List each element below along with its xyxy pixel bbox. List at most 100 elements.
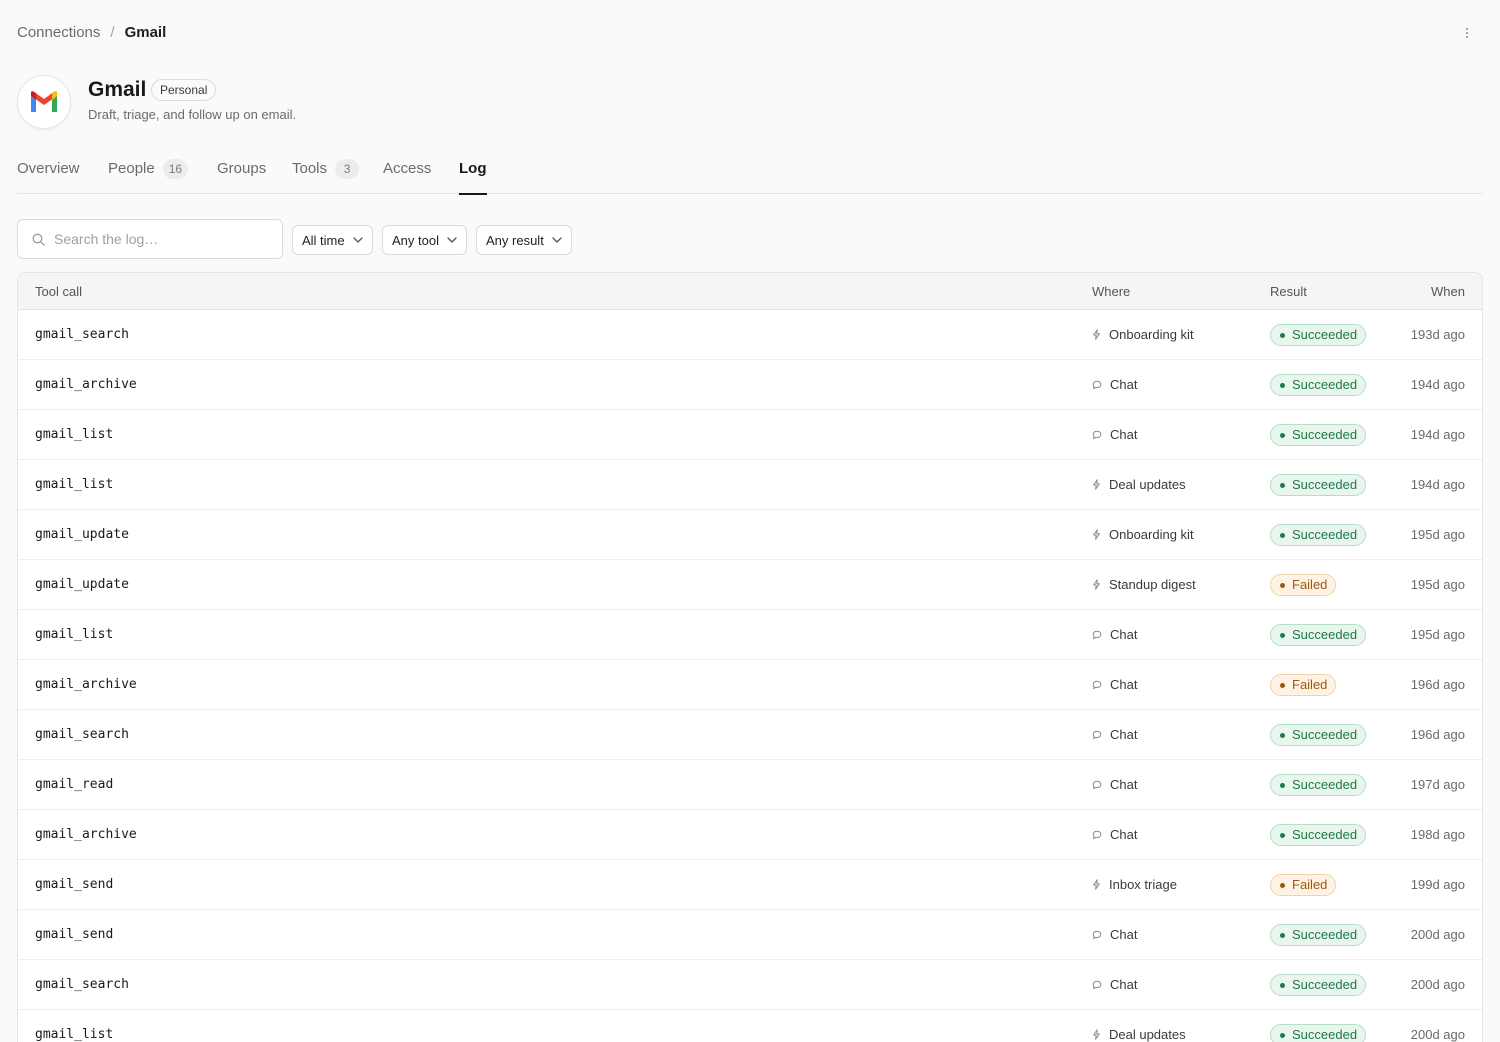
status-dot xyxy=(1280,632,1285,638)
table-row[interactable]: gmail_list Chat Succeeded 195d ago xyxy=(18,610,1482,660)
where-cell: Chat xyxy=(1092,827,1137,842)
table-row[interactable]: gmail_send Inbox triage Failed 199d ago xyxy=(18,860,1482,910)
table-row[interactable]: gmail_archive Chat Succeeded 198d ago xyxy=(18,810,1482,860)
where-cell: Chat xyxy=(1092,927,1137,942)
table-row[interactable]: gmail_search Chat Succeeded 196d ago xyxy=(18,710,1482,760)
where-label: Deal updates xyxy=(1109,1027,1186,1042)
where-label: Chat xyxy=(1110,427,1138,442)
table-row[interactable]: gmail_update Onboarding kit Succeeded 195d … xyxy=(18,510,1482,560)
result-status-badge: Succeeded xyxy=(1270,374,1367,396)
tab-tools[interactable]: Tools 3 xyxy=(292,159,360,194)
tool-filter-dropdown[interactable]: Any tool xyxy=(382,225,467,255)
chat-icon xyxy=(1092,930,1102,940)
automation-icon xyxy=(1092,529,1101,540)
where-label: Chat xyxy=(1110,777,1138,792)
breadcrumb-connections-link[interactable]: Connections xyxy=(17,24,100,41)
search-input[interactable] xyxy=(54,231,254,247)
chat-icon xyxy=(1092,830,1102,840)
where-label: Chat xyxy=(1110,927,1138,942)
table-row[interactable]: gmail_update Standup digest Failed 195d ago xyxy=(18,560,1482,610)
tool-call-name: gmail_archive xyxy=(35,827,137,842)
where-label: Chat xyxy=(1110,727,1138,742)
status-dot xyxy=(1280,582,1285,588)
result-label: Succeeded xyxy=(1292,1027,1358,1042)
where-cell: Chat xyxy=(1092,427,1137,442)
tab-label: People xyxy=(108,160,155,177)
where-cell: Standup digest xyxy=(1092,577,1196,592)
gmail-logo-icon xyxy=(17,75,71,129)
table-row[interactable]: gmail_search Chat Succeeded 200d ago xyxy=(18,960,1482,1010)
where-cell: Chat xyxy=(1092,677,1137,692)
where-label: Inbox triage xyxy=(1109,877,1177,892)
table-header: Tool call Where Result When xyxy=(18,273,1482,310)
status-dot xyxy=(1280,332,1285,338)
result-label: Failed xyxy=(1292,677,1328,692)
automation-icon xyxy=(1092,329,1101,340)
where-label: Chat xyxy=(1110,827,1138,842)
table-row[interactable]: gmail_list Chat Succeeded 194d ago xyxy=(18,410,1482,460)
when-cell: 194d ago xyxy=(1410,427,1465,442)
tool-call-name: gmail_search xyxy=(35,977,129,992)
status-dot xyxy=(1280,432,1285,438)
log-table: Tool call Where Result When gmail_search… xyxy=(17,272,1483,1042)
tab-label: Access xyxy=(383,160,432,177)
tab-overview[interactable]: Overview xyxy=(17,160,80,194)
tab-label: Overview xyxy=(17,160,80,177)
table-row[interactable]: gmail_archive Chat Succeeded 194d ago xyxy=(18,360,1482,410)
where-cell: Onboarding kit xyxy=(1092,527,1194,542)
tool-call-name: gmail_list xyxy=(35,627,114,642)
time-filter-dropdown[interactable]: All time xyxy=(292,225,373,255)
result-status-badge: Succeeded xyxy=(1270,924,1367,946)
when-cell: 200d ago xyxy=(1410,1027,1465,1042)
chat-icon xyxy=(1092,380,1102,390)
status-dot xyxy=(1280,782,1285,788)
where-cell: Deal updates xyxy=(1092,477,1186,492)
tab-groups[interactable]: Groups xyxy=(217,160,266,194)
where-label: Deal updates xyxy=(1109,477,1186,492)
tab-label: Tools xyxy=(292,160,328,177)
result-label: Failed xyxy=(1292,877,1328,892)
chevron-down-icon xyxy=(352,237,363,243)
result-status-badge: Succeeded xyxy=(1270,724,1367,746)
result-status-badge: Succeeded xyxy=(1270,774,1367,796)
tab-label: Log xyxy=(459,160,487,177)
tab-people[interactable]: People 16 xyxy=(108,159,189,194)
breadcrumb-current: Gmail xyxy=(124,24,167,41)
tool-call-name: gmail_list xyxy=(35,427,114,442)
where-label: Chat xyxy=(1110,377,1138,392)
result-status-badge: Succeeded xyxy=(1270,424,1367,446)
where-label: Standup digest xyxy=(1109,577,1196,592)
when-cell: 194d ago xyxy=(1410,377,1465,392)
table-row[interactable]: gmail_list Deal updates Succeeded 200d ago xyxy=(18,1010,1482,1042)
table-body: gmail_search Onboarding kit Succeeded 193d … xyxy=(18,310,1482,1042)
table-row[interactable]: gmail_read Chat Succeeded 197d ago xyxy=(18,760,1482,810)
automation-icon xyxy=(1092,1029,1101,1040)
more-icon-dot xyxy=(1466,36,1468,38)
column-header-result: Result xyxy=(1270,284,1307,299)
tab-bar: Overview People 16 Groups Tools 3 Access… xyxy=(17,150,1483,195)
where-label: Chat xyxy=(1110,677,1138,692)
table-row[interactable]: gmail_search Onboarding kit Succeeded 193d … xyxy=(18,310,1482,360)
when-cell: 198d ago xyxy=(1410,827,1465,842)
where-cell: Chat xyxy=(1092,377,1137,392)
breadcrumb: Connections / Gmail xyxy=(17,24,166,41)
tool-call-name: gmail_archive xyxy=(35,377,137,392)
status-dot xyxy=(1280,832,1285,838)
more-options-button[interactable] xyxy=(1457,22,1477,44)
tool-call-name: gmail_archive xyxy=(35,677,137,692)
where-label: Onboarding kit xyxy=(1109,327,1194,342)
breadcrumb-separator: / xyxy=(110,24,115,41)
chat-icon xyxy=(1092,780,1102,790)
status-dot xyxy=(1280,482,1285,488)
table-row[interactable]: gmail_send Chat Succeeded 200d ago xyxy=(18,910,1482,960)
more-icon xyxy=(1466,28,1468,30)
table-row[interactable]: gmail_list Deal updates Succeeded 194d ago xyxy=(18,460,1482,510)
result-label: Succeeded xyxy=(1292,977,1358,992)
tab-access[interactable]: Access xyxy=(383,160,431,194)
result-filter-dropdown[interactable]: Any result xyxy=(476,225,572,255)
table-row[interactable]: gmail_archive Chat Failed 196d ago xyxy=(18,660,1482,710)
automation-icon xyxy=(1092,479,1101,490)
tab-log[interactable]: Log xyxy=(459,160,487,195)
result-status-badge: Succeeded xyxy=(1270,824,1367,846)
where-cell: Chat xyxy=(1092,727,1137,742)
